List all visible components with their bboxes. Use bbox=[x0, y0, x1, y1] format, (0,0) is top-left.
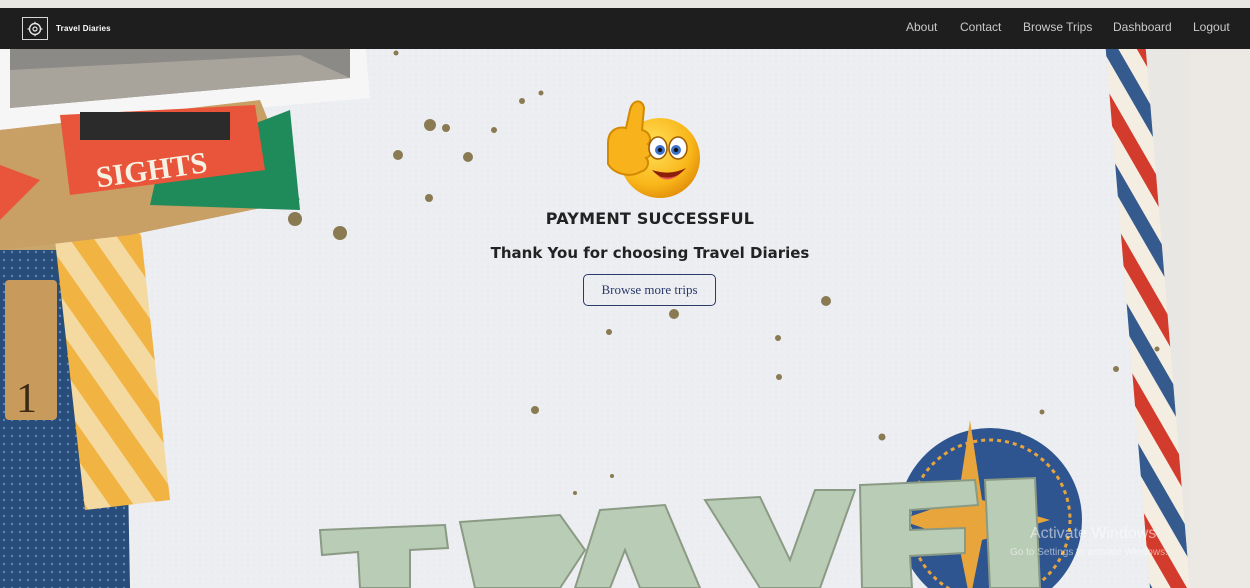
windows-watermark-subtitle: Go to Settings to activate Windows. bbox=[1010, 547, 1168, 558]
camera-shutter-icon bbox=[22, 17, 48, 40]
browse-more-trips-button[interactable]: Browse more trips bbox=[583, 274, 716, 306]
nav-link-dashboard[interactable]: Dashboard bbox=[1113, 20, 1172, 34]
thanks-message: Thank You for choosing Travel Diaries bbox=[490, 244, 810, 262]
thumbs-up-emoji-icon bbox=[607, 100, 700, 198]
payment-status-title: PAYMENT SUCCESSFUL bbox=[545, 209, 755, 228]
nav-link-about[interactable]: About bbox=[906, 20, 937, 34]
nav-link-contact[interactable]: Contact bbox=[960, 20, 1001, 34]
windows-watermark-title: Activate Windows bbox=[1030, 525, 1157, 542]
nav-link-browse-trips[interactable]: Browse Trips bbox=[1023, 20, 1092, 34]
page: 1 SIGHTS Travel Diaries About Contact Br… bbox=[0, 0, 1250, 588]
brand[interactable]: Travel Diaries bbox=[22, 16, 111, 41]
navbar: Travel Diaries About Contact Browse Trip… bbox=[0, 8, 1250, 49]
nav-link-logout[interactable]: Logout bbox=[1193, 20, 1230, 34]
brand-name: Travel Diaries bbox=[56, 24, 111, 33]
payment-success-panel: PAYMENT SUCCESSFUL Thank You for choosin… bbox=[0, 0, 1250, 588]
